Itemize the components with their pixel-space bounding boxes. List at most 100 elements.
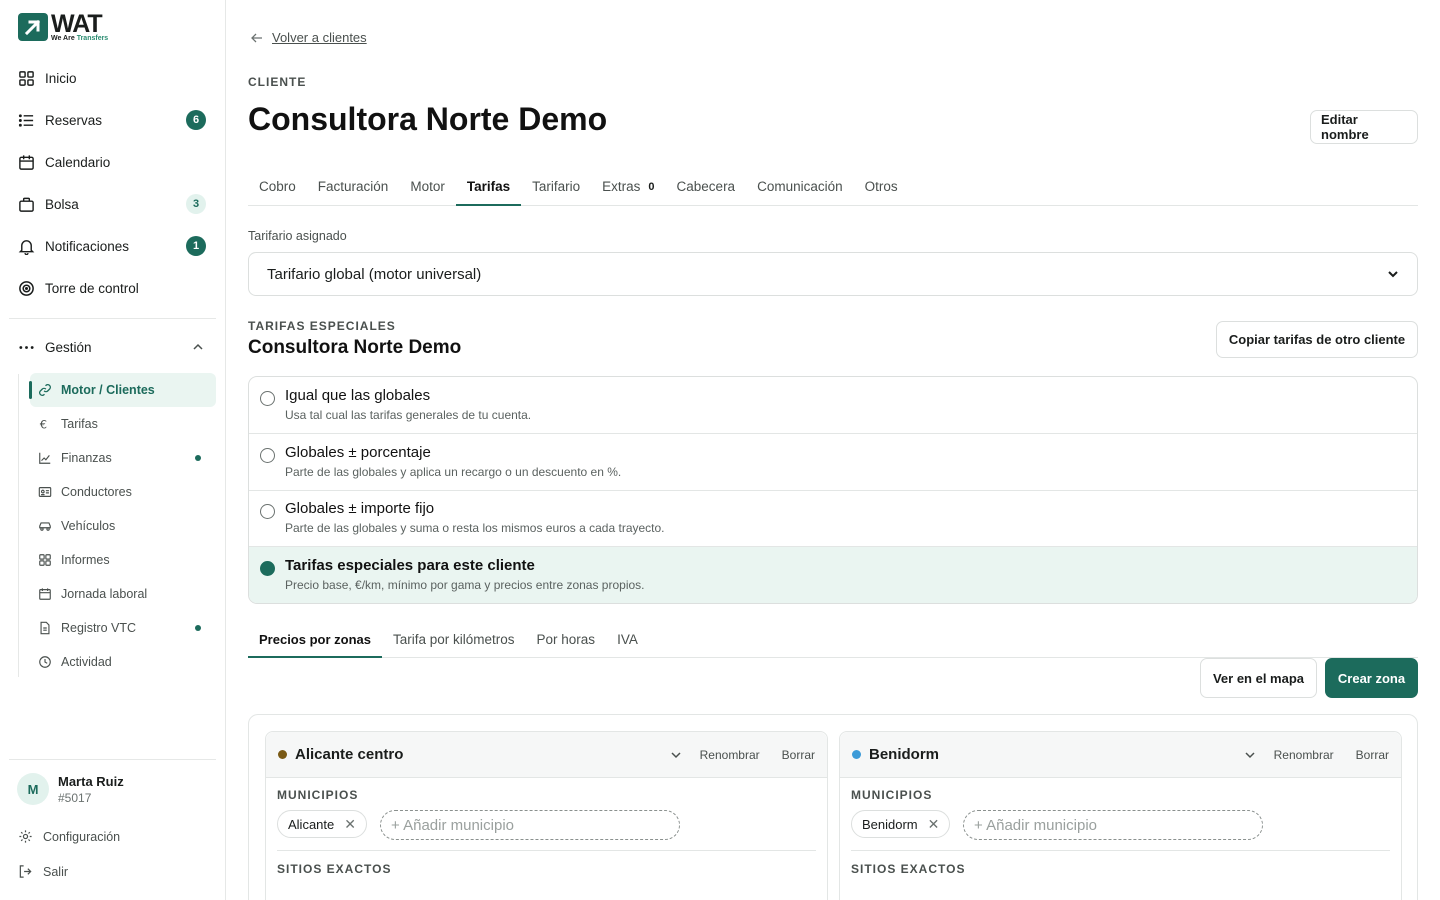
tab-cobro[interactable]: Cobro: [248, 168, 307, 205]
sub-item-conductores[interactable]: Conductores: [30, 475, 216, 509]
sub-item-label: Registro VTC: [61, 621, 137, 635]
nav-item-bolsa[interactable]: Bolsa 3: [18, 189, 214, 219]
sub-item-jornada-laboral[interactable]: Jornada laboral: [30, 577, 216, 611]
sub-item-finanzas[interactable]: Finanzas: [30, 441, 216, 475]
sub-item-motor-clientes[interactable]: Motor / Clientes: [29, 373, 216, 407]
subtab-tarifa-por-kilometros[interactable]: Tarifa por kilómetros: [382, 622, 526, 657]
municipios-label: MUNICIPIOS: [277, 788, 359, 802]
subtab-precios-por-zonas[interactable]: Precios por zonas: [248, 622, 382, 658]
settings-link[interactable]: Configuración: [18, 829, 120, 844]
create-zone-button[interactable]: Crear zona: [1325, 658, 1418, 698]
tab-cabecera[interactable]: Cabecera: [666, 168, 747, 205]
svg-text:€: €: [40, 417, 47, 431]
nav-item-torre-de-control[interactable]: Torre de control: [18, 273, 214, 303]
radio-description: Parte de las globales y aplica un recarg…: [285, 465, 622, 479]
delete-zone-button[interactable]: Borrar: [782, 748, 815, 762]
nav-item-notificaciones[interactable]: Notificaciones 1: [18, 231, 214, 261]
tab-comunicacion[interactable]: Comunicación: [746, 168, 854, 205]
radio-option-porcentaje[interactable]: Globales ± porcentaje Parte de las globa…: [249, 434, 1417, 491]
zones-panel: Alicante centro Renombrar Borrar MUNICIP…: [248, 714, 1418, 900]
list-icon: [18, 113, 34, 127]
user-profile[interactable]: M Marta Ruiz #5017: [17, 773, 124, 805]
avatar: M: [17, 773, 49, 805]
radio-button[interactable]: [260, 504, 275, 519]
tab-tarifario[interactable]: Tarifario: [521, 168, 591, 205]
delete-zone-button[interactable]: Borrar: [1356, 748, 1389, 762]
logo-word: WAT: [51, 10, 103, 38]
nav-section-gestion[interactable]: Gestión: [18, 332, 214, 362]
nav-label: Torre de control: [45, 280, 139, 296]
sub-item-label: Conductores: [61, 485, 132, 499]
sitios-label: SITIOS EXACTOS: [277, 862, 392, 876]
nav-item-inicio[interactable]: Inicio: [18, 63, 214, 93]
document-icon: [40, 621, 50, 635]
tab-otros[interactable]: Otros: [854, 168, 909, 205]
close-icon[interactable]: ✕: [928, 816, 940, 833]
add-municipio-input[interactable]: + Añadir municipio: [380, 810, 680, 840]
tab-facturacion[interactable]: Facturación: [307, 168, 400, 205]
chevron-up-icon: [193, 343, 203, 350]
radio-option-importe-fijo[interactable]: Globales ± importe fijo Parte de las glo…: [249, 490, 1417, 547]
divider: [9, 759, 216, 760]
tab-motor[interactable]: Motor: [399, 168, 456, 205]
rename-zone-button[interactable]: Renombrar: [1274, 748, 1334, 762]
add-municipio-input[interactable]: + Añadir municipio: [963, 810, 1263, 840]
edit-name-button[interactable]: Editar nombre: [1310, 110, 1418, 144]
page-eyebrow: CLIENTE: [248, 75, 307, 89]
tarifario-label: Tarifario asignado: [248, 229, 347, 243]
radio-title: Globales ± importe fijo: [285, 500, 435, 517]
grid-icon: [39, 554, 51, 566]
tab-tarifas[interactable]: Tarifas: [455, 168, 522, 206]
back-link[interactable]: Volver a clientes: [250, 30, 367, 45]
sub-item-label: Finanzas: [61, 451, 112, 465]
sub-item-informes[interactable]: Informes: [30, 543, 216, 577]
car-icon: [39, 522, 51, 531]
rename-zone-button[interactable]: Renombrar: [700, 748, 760, 762]
sub-item-label: Motor / Clientes: [61, 383, 155, 397]
id-card-icon: [38, 487, 52, 497]
close-icon[interactable]: ✕: [344, 816, 356, 833]
logo[interactable]: WAT We Are Transfers: [18, 10, 109, 43]
copy-rates-button[interactable]: Copiar tarifas de otro cliente: [1216, 321, 1418, 358]
sub-item-registro-vtc[interactable]: Registro VTC: [30, 611, 216, 645]
radio-button[interactable]: [260, 448, 275, 463]
submenu-line: [18, 374, 19, 677]
radio-description: Usa tal cual las tarifas generales de tu…: [285, 408, 532, 422]
sub-item-actividad[interactable]: Actividad: [30, 645, 216, 679]
tab-extras[interactable]: Extras 0: [591, 168, 665, 205]
tarifario-select[interactable]: Tarifario global (motor universal): [248, 252, 1418, 296]
radio-option-especiales[interactable]: Tarifas especiales para este cliente Pre…: [249, 547, 1417, 603]
chart-line-icon: [39, 452, 51, 464]
zone-name: Alicante centro: [295, 746, 404, 763]
logout-link[interactable]: Salir: [18, 864, 68, 879]
zone-color-dot: [278, 750, 287, 759]
zone-color-dot: [852, 750, 861, 759]
divider: [851, 850, 1390, 851]
nav-item-reservas[interactable]: Reservas 6: [18, 105, 214, 135]
nav-label: Notificaciones: [45, 238, 130, 254]
subtab-por-horas[interactable]: Por horas: [526, 622, 607, 657]
user-id: #5017: [58, 790, 92, 805]
tarifario-value: Tarifario global (motor universal): [267, 265, 482, 283]
special-title: Consultora Norte Demo: [248, 337, 462, 358]
sub-item-vehiculos[interactable]: Vehículos: [30, 509, 216, 543]
nav-label: Bolsa: [45, 196, 79, 212]
chevron-down-icon[interactable]: [670, 749, 682, 761]
target-icon: [19, 280, 34, 296]
logo-tagline: We Are Transfers: [51, 35, 109, 42]
nav-item-calendario[interactable]: Calendario: [18, 147, 214, 177]
sub-item-tarifas[interactable]: € Tarifas: [30, 407, 216, 441]
chevron-down-icon[interactable]: [1244, 749, 1256, 761]
logo-arrow-icon: [18, 13, 48, 41]
subtab-iva[interactable]: IVA: [606, 622, 649, 657]
radio-button-selected[interactable]: [260, 561, 275, 576]
view-map-button[interactable]: Ver en el mapa: [1200, 658, 1317, 698]
nav-label: Gestión: [45, 339, 92, 355]
radio-button[interactable]: [260, 391, 275, 406]
count-badge: 1: [186, 236, 206, 256]
page-title: Consultora Norte Demo: [248, 101, 608, 137]
sitios-label: SITIOS EXACTOS: [851, 862, 966, 876]
rate-mode-radio-group: Igual que las globales Usa tal cual las …: [248, 376, 1418, 604]
radio-option-globales[interactable]: Igual que las globales Usa tal cual las …: [249, 377, 1417, 434]
divider: [9, 318, 216, 319]
